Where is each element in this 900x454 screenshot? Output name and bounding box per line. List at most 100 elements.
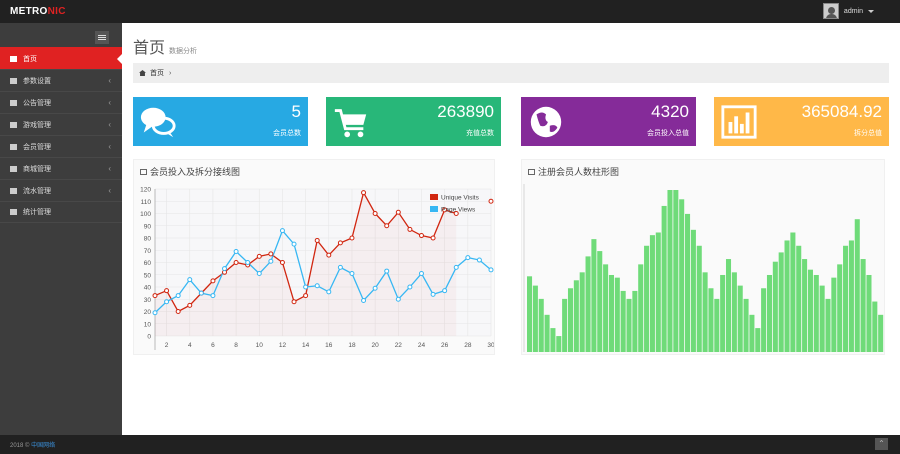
sidebar-item-mall[interactable]: 商城管理 ‹ [0, 157, 122, 179]
data-point [152, 310, 158, 316]
sidebar-item-members[interactable]: 会员管理 ‹ [0, 135, 122, 157]
bar [655, 232, 661, 352]
stat-number: 263890 [437, 102, 494, 121]
footer-link[interactable]: 中国网络 [31, 443, 55, 449]
x-tick-label: 22 [395, 342, 403, 349]
bar [837, 264, 843, 352]
bar [813, 274, 819, 352]
table-icon [10, 187, 17, 194]
legend-swatch [430, 206, 438, 212]
bar [532, 285, 538, 352]
x-tick-label: 16 [325, 342, 333, 349]
legend-label: Page Views [441, 207, 476, 214]
panel-title: 会员投入及拆分接线图 [140, 165, 240, 178]
top-navbar: METRONIC admin [0, 0, 900, 23]
bar [784, 240, 790, 352]
bar [661, 205, 667, 352]
y-tick-label: 80 [144, 236, 152, 243]
data-point [488, 198, 494, 204]
sidebar-item-statistics[interactable]: 统计管理 [0, 201, 122, 223]
data-point [361, 297, 367, 303]
x-tick-label: 24 [418, 342, 426, 349]
data-point [233, 248, 239, 254]
y-tick-label: 10 [144, 321, 152, 328]
bar [714, 298, 720, 352]
chevron-right-icon: › [169, 69, 172, 77]
bar [731, 272, 737, 352]
user-icon [10, 121, 17, 128]
data-point [349, 271, 355, 277]
sidebar-item-announcements[interactable]: 公告管理 ‹ [0, 91, 122, 113]
bar-chart-icon [140, 168, 147, 175]
bar [708, 288, 714, 352]
cogs-icon [10, 77, 17, 84]
chevron-left-icon: ‹ [108, 164, 111, 173]
chevron-left-icon: ‹ [108, 142, 111, 151]
data-point [395, 296, 401, 302]
stat-number: 5 [291, 102, 301, 121]
sidebar-item-settings[interactable]: 参数设置 ‹ [0, 69, 122, 91]
bar [556, 336, 562, 352]
bar [825, 298, 831, 352]
bar [831, 277, 837, 352]
chevron-left-icon: ‹ [108, 120, 111, 129]
sidebar-item-label: 流水管理 [23, 187, 51, 195]
chevron-down-icon[interactable] [868, 9, 874, 16]
stat-tile-investment[interactable]: 4320 会员投入总值 [521, 97, 696, 146]
bar [696, 245, 702, 352]
x-tick-label: 14 [302, 342, 310, 349]
bar [644, 245, 650, 352]
data-point [187, 277, 193, 283]
bar [550, 328, 556, 352]
menu-toggle-icon[interactable] [95, 31, 109, 44]
stat-tile-recharge[interactable]: 263890 充值总数 [326, 97, 501, 146]
data-point [279, 228, 285, 234]
bar [632, 290, 638, 352]
logo[interactable]: METRONIC [10, 6, 66, 17]
avatar[interactable] [822, 3, 839, 19]
bar [620, 290, 626, 352]
data-point [175, 293, 181, 299]
globe-icon [530, 106, 562, 138]
sidebar-item-home[interactable]: 首页 [0, 47, 123, 69]
x-tick-label: 12 [279, 342, 287, 349]
bar [690, 229, 696, 352]
stat-tile-split[interactable]: 365084.92 拆分总值 [714, 97, 889, 146]
data-point [476, 257, 482, 263]
data-point [198, 290, 204, 296]
data-point [488, 267, 494, 273]
data-point [291, 241, 297, 247]
stat-label: 拆分总值 [854, 130, 882, 137]
bar [778, 252, 784, 352]
bar [608, 274, 614, 352]
stat-number: 4320 [651, 102, 689, 121]
bar [743, 298, 749, 352]
bar [802, 259, 808, 352]
sidebar-item-games[interactable]: 游戏管理 ‹ [0, 113, 122, 135]
username[interactable]: admin [844, 8, 863, 15]
bar [679, 199, 685, 352]
data-point [164, 288, 170, 294]
sidebar-item-label: 游戏管理 [23, 121, 51, 129]
bar [585, 256, 591, 352]
user-icon [10, 143, 17, 150]
data-point [175, 309, 181, 314]
chevron-left-icon: ‹ [108, 186, 111, 195]
scroll-to-top-icon[interactable]: ⌃ [875, 438, 888, 450]
page-title: 首页 数据分析 [133, 40, 198, 57]
data-point [326, 252, 332, 258]
breadcrumb-home-link[interactable]: 首页 [150, 68, 164, 78]
footer: 2018 © 中国网络 ⌃ [0, 435, 900, 454]
data-point [465, 255, 471, 261]
data-point [418, 233, 424, 239]
breadcrumb: 首页 › [133, 63, 889, 83]
sidebar-item-transactions[interactable]: 流水管理 ‹ [0, 179, 122, 201]
bar [720, 274, 726, 352]
x-tick-label: 4 [188, 342, 192, 349]
stat-tile-members[interactable]: 5 会员总数 [133, 97, 308, 146]
legend-label: Unique Visits [441, 195, 480, 202]
copyright: 2018 © 中国网络 [10, 443, 56, 449]
sidebar-item-label: 统计管理 [23, 209, 51, 216]
user-menu[interactable]: admin [822, 3, 874, 19]
y-tick-label: 100 [140, 211, 151, 218]
